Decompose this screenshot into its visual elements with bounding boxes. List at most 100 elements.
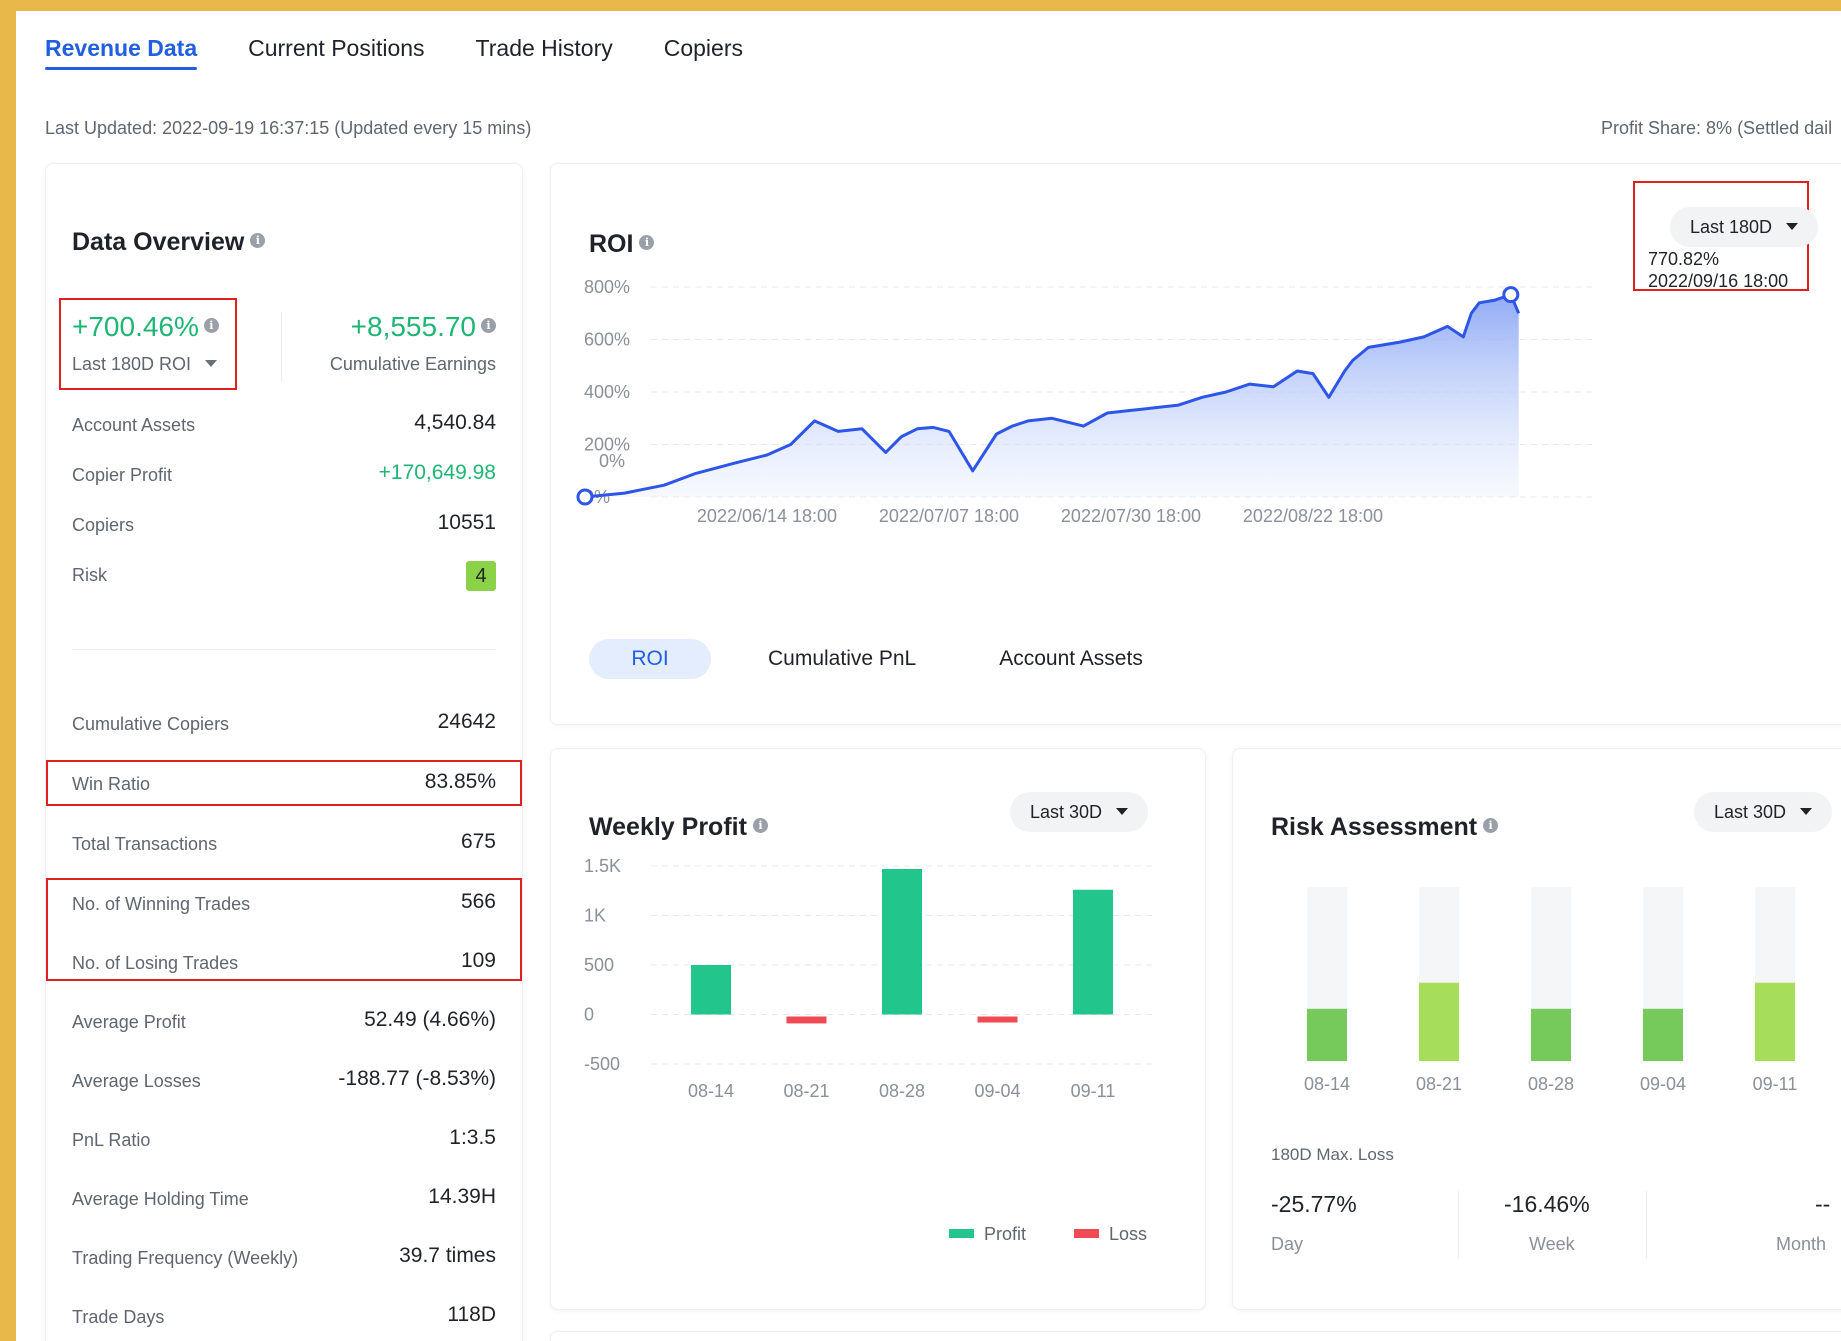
stat-value: 1:3.5 xyxy=(449,1126,496,1149)
risk-bar xyxy=(1307,1008,1347,1061)
risk-x-tick: 08-28 xyxy=(1528,1074,1574,1094)
roi-value-text: +700.46% xyxy=(72,311,199,342)
sub-tab-account-assets[interactable]: Account Assets xyxy=(999,639,1143,679)
stat-value: 14.39H xyxy=(428,1185,496,1208)
stat-row-risk: Risk 4 xyxy=(72,561,496,591)
weekly-profit-title-text: Weekly Profit xyxy=(589,813,747,841)
weekly-profit-bar xyxy=(691,965,731,1015)
legend-loss: Loss xyxy=(1074,1224,1147,1245)
info-icon[interactable]: i xyxy=(203,318,219,334)
legend-loss-label: Loss xyxy=(1109,1224,1148,1244)
stat-row-winning-trades: No. of Winning Trades 566 xyxy=(72,890,496,920)
stat-row-losing-trades: No. of Losing Trades 109 xyxy=(72,949,496,979)
stat-value: 24642 xyxy=(437,710,496,733)
info-icon[interactable]: i xyxy=(639,234,655,250)
divider xyxy=(72,649,496,650)
risk-bar xyxy=(1755,982,1795,1061)
roi-marker xyxy=(576,488,594,506)
stat-value: 10551 xyxy=(437,511,496,534)
roi-range-label: Last 180D xyxy=(1690,217,1773,237)
risk-assessment-card: 08-14 08-21 08-28 09-04 09-11 Risk Assessmen… xyxy=(1232,748,1841,1310)
weekly-x-tick: 08-21 xyxy=(783,1081,829,1101)
risk-bars xyxy=(1307,887,1795,1061)
stat-label: Copiers xyxy=(72,515,135,535)
sub-tab-cumulative-pnl[interactable]: Cumulative PnL xyxy=(768,639,916,679)
weekly-y-tick: -500 xyxy=(584,1054,620,1074)
stat-label: Total Transactions xyxy=(72,834,218,854)
bottom-card xyxy=(550,1331,1841,1341)
stat-label: Trade Days xyxy=(72,1307,165,1327)
weekly-y-tick: 0 xyxy=(584,1005,594,1025)
roi-value: +700.46% i xyxy=(72,311,219,343)
weekly-profit-bar xyxy=(1073,889,1113,1015)
stat-value: 109 xyxy=(460,949,496,972)
tab-trade-history[interactable]: Trade History xyxy=(476,31,613,81)
stat-label: Cumulative Copiers xyxy=(72,714,230,734)
info-icon[interactable]: i xyxy=(481,318,496,334)
stat-label: PnL Ratio xyxy=(72,1130,151,1150)
stat-label: Win Ratio xyxy=(72,774,151,794)
tooltip-value: 770.82% xyxy=(1648,249,1720,269)
caret-down-icon xyxy=(1786,222,1799,230)
roi-x-tick: 2022/07/30 18:00 xyxy=(1061,506,1201,526)
info-icon[interactable]: i xyxy=(1483,817,1499,833)
roi-x-axis: 2022/06/14 18:00 2022/07/07 18:00 2022/07/… xyxy=(697,506,1383,526)
max-loss-label: 180D Max. Loss xyxy=(1271,1145,1394,1164)
stat-row-cumulative-copiers: Cumulative Copiers 24642 xyxy=(72,710,496,740)
stat-value: 118D xyxy=(447,1303,496,1326)
stat-row-total-transactions: Total Transactions 675 xyxy=(72,830,496,860)
stat-value: 675 xyxy=(460,830,496,853)
stat-row-copier-profit: Copier Profit +170,649.98 xyxy=(72,461,496,491)
max-loss-week-value: -16.46% xyxy=(1504,1191,1590,1217)
stat-row-average-holding-time: Average Holding Time 14.39H xyxy=(72,1185,496,1215)
risk-bar xyxy=(1643,1008,1683,1061)
weekly-y-tick: 1K xyxy=(584,906,606,926)
weekly-y-tick: 1.5K xyxy=(584,856,621,876)
tab-revenue-data[interactable]: Revenue Data xyxy=(45,31,198,81)
tab-current-positions[interactable]: Current Positions xyxy=(248,31,424,81)
stat-row-account-assets: Account Assets 4,540.84 xyxy=(72,411,496,441)
risk-range-select[interactable]: Last 30D xyxy=(1694,792,1833,832)
stat-value: 39.7 times xyxy=(399,1244,496,1267)
weekly-range-label: Last 30D xyxy=(1030,802,1103,822)
info-icon[interactable]: i xyxy=(250,232,266,248)
stat-row-average-profit: Average Profit 52.49 (4.66%) xyxy=(72,1008,496,1038)
weekly-loss-bar xyxy=(786,1016,827,1024)
risk-assessment-title: Risk Assessment i xyxy=(1271,813,1499,842)
weekly-y-axis: -500 0 500 1K 1.5K xyxy=(584,856,621,1074)
stat-value: 52.49 (4.66%) xyxy=(364,1008,496,1031)
info-icon[interactable]: i xyxy=(752,817,768,833)
weekly-y-tick: 500 xyxy=(584,955,614,975)
roi-period-select[interactable]: Last 180D ROI xyxy=(72,354,218,375)
stat-label: Trading Frequency (Weekly) xyxy=(72,1248,299,1268)
stat-label: No. of Losing Trades xyxy=(72,953,239,973)
risk-assessment-title-text: Risk Assessment xyxy=(1271,813,1478,841)
risk-x-tick: 09-04 xyxy=(1640,1074,1686,1094)
stat-row-win-ratio: Win Ratio 83.85% xyxy=(72,770,496,800)
sub-tab-roi[interactable]: ROI xyxy=(589,639,711,679)
max-loss-day-label: Day xyxy=(1271,1234,1304,1254)
risk-x-axis: 08-14 08-21 08-28 09-04 09-11 xyxy=(1304,1074,1797,1094)
divider xyxy=(281,312,282,382)
roi-y-tick: 800% xyxy=(584,277,630,297)
roi-y-axis: 0%200%400%600%800% xyxy=(584,277,630,507)
weekly-profit-title: Weekly Profit i xyxy=(589,813,768,842)
caret-down-icon xyxy=(1116,807,1129,815)
cumulative-earnings-label: Cumulative Earnings xyxy=(329,354,496,374)
stat-label: Average Losses xyxy=(72,1071,201,1091)
roi-tooltip: 770.82% 2022/09/16 18:00 xyxy=(1648,248,1788,292)
roi-marker xyxy=(1502,286,1520,304)
last-updated-text: Last Updated: 2022-09-19 16:37:15 (Updat… xyxy=(45,118,532,138)
stat-row-average-losses: Average Losses -188.77 (-8.53%) xyxy=(72,1067,496,1097)
roi-chart-card: 0% 200% 400% 600% 800% 2022/06/14 18:00 2022/… xyxy=(550,163,1841,725)
weekly-profit-card: -500 0 500 1K 1.5K 08-14 08-21 08-28 09-04 09-11… xyxy=(550,748,1206,1310)
weekly-bars xyxy=(691,868,1113,1024)
stat-label: Copier Profit xyxy=(72,465,173,485)
weekly-x-tick: 08-14 xyxy=(688,1081,734,1101)
roi-range-select[interactable]: Last 180D xyxy=(1670,207,1819,247)
legend-profit: Profit xyxy=(949,1224,1026,1245)
tab-copiers[interactable]: Copiers xyxy=(664,31,743,81)
risk-x-tick: 08-21 xyxy=(1416,1074,1462,1094)
weekly-range-select[interactable]: Last 30D xyxy=(1010,792,1149,832)
weekly-profit-bar xyxy=(882,868,922,1015)
